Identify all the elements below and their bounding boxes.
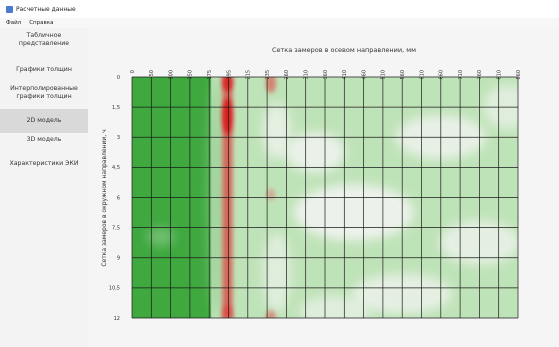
- heat-hotspot: [222, 98, 233, 135]
- sidebar-item-label: Характеристики ЭКИ: [9, 160, 79, 167]
- grid: [131, 76, 519, 319]
- chart-title: Сетка замеров в осевом направлении, мм: [272, 46, 416, 54]
- y-tick-label: 1,5: [112, 105, 120, 111]
- x-tick-label: 0: [130, 70, 136, 73]
- y-tick-label: 7,5: [112, 225, 120, 231]
- menu-file[interactable]: Файл: [6, 20, 21, 26]
- y-tick-label: 6: [117, 195, 120, 201]
- x-tick-label: 560: [400, 70, 406, 80]
- sidebar-item-2d-model[interactable]: 2D модель: [0, 109, 88, 133]
- heat-hotspot: [266, 188, 275, 201]
- x-tick-label: 175: [207, 70, 213, 80]
- x-tick-label: 50: [149, 70, 155, 76]
- heat-blob: [285, 132, 346, 173]
- x-tick-label: 710: [458, 70, 464, 80]
- y-axis-ticks: 0 1,5 3 4,5 6 7,5 9 10,5 12: [109, 75, 120, 322]
- y-tick-label: 3: [117, 135, 120, 141]
- window-title: Расчетные данные: [16, 5, 76, 13]
- sidebar-item-label: 3D модель: [26, 136, 62, 143]
- x-tick-label: 810: [497, 70, 503, 80]
- sidebar-item-table[interactable]: Табличное представление: [0, 32, 88, 52]
- x-tick-label: 215: [246, 70, 252, 80]
- sidebar-item-label: представление: [18, 40, 70, 47]
- y-axis-label: Сетка замеров в окружном направлении, ч: [101, 129, 108, 266]
- sidebar-item-label: Интерполированные: [10, 85, 78, 92]
- heat-blob: [299, 295, 370, 318]
- x-tick-label: 235: [265, 70, 271, 80]
- title-bar: Расчетные данные: [0, 0, 559, 18]
- x-tick-label: 760: [477, 70, 483, 80]
- sidebar-item-label: Графики толщин: [16, 66, 72, 73]
- x-tick-label: 460: [361, 70, 367, 80]
- sidebar: Табличное представление Графики толщин И…: [0, 28, 88, 347]
- y-tick-label: 12: [114, 316, 120, 322]
- app-window: Расчетные данные Файл Справка Табличное …: [0, 0, 559, 347]
- sidebar-item-label: Табличное: [26, 32, 62, 39]
- main-panel: Сетка замеров в осевом направлении, мм 0…: [88, 28, 559, 347]
- heatmap-chart: Сетка замеров в осевом направлении, мм 0…: [101, 46, 522, 322]
- x-tick-label: 860: [516, 70, 522, 80]
- y-tick-label: 10,5: [109, 286, 120, 292]
- x-tick-label: 150: [188, 70, 194, 80]
- sidebar-item-label: 2D модель: [26, 117, 62, 124]
- y-tick-label: 4,5: [112, 165, 120, 171]
- sidebar-item-interpolated-charts[interactable]: Интерполированные графики толщин: [0, 85, 88, 105]
- x-tick-label: 660: [439, 70, 445, 80]
- app-icon: [6, 5, 13, 13]
- x-tick-label: 260: [284, 70, 290, 80]
- x-tick-label: 610: [419, 70, 425, 80]
- heatmap-area: [132, 77, 518, 318]
- y-tick-label: 0: [117, 75, 120, 81]
- x-tick-label: 100: [168, 70, 174, 80]
- x-tick-label: 360: [323, 70, 329, 80]
- x-tick-label: 310: [304, 70, 310, 80]
- sidebar-item-label: графики толщин: [16, 93, 72, 100]
- heat-hotspot: [222, 304, 233, 318]
- menu-bar: Файл Справка: [0, 18, 559, 28]
- menu-help[interactable]: Справка: [29, 20, 53, 26]
- sidebar-item-thickness-charts[interactable]: Графики толщин: [0, 66, 88, 76]
- x-tick-label: 195: [226, 70, 232, 80]
- sidebar-item-3d-model[interactable]: 3D модель: [0, 136, 88, 146]
- x-tick-label: 410: [342, 70, 348, 80]
- x-tick-label: 510: [381, 70, 387, 80]
- x-axis-ticks: 0 50 100 150 175 195 215 235 260 310 360 410 460 510 5…: [130, 70, 522, 80]
- heat-blob: [293, 184, 414, 241]
- sidebar-item-eki-characteristics[interactable]: Характеристики ЭКИ: [0, 160, 88, 170]
- y-tick-label: 9: [117, 256, 120, 262]
